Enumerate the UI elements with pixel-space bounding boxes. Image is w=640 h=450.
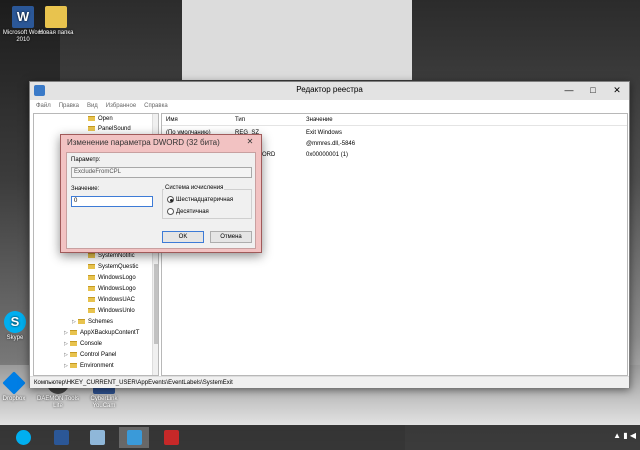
column-type[interactable]: Тип <box>235 114 245 126</box>
ok-button[interactable]: OK <box>162 231 204 243</box>
window-title: Редактор реестра <box>296 85 363 94</box>
tree-item[interactable]: ▷ Control Panel <box>64 350 116 360</box>
edit-dword-dialog: Изменение параметра DWORD (32 бита) ✕ Па… <box>60 134 262 253</box>
taskbar-explorer[interactable] <box>82 427 112 448</box>
skype-icon <box>15 430 31 445</box>
desktop-icon-label: Skype <box>6 335 24 341</box>
cancel-button[interactable]: Отмена <box>210 231 252 243</box>
tree-item-label: PanelSound <box>98 126 131 132</box>
folder-icon <box>88 274 95 280</box>
tree-item[interactable]: PanelSound <box>88 124 131 134</box>
tree-item[interactable]: ▷ Console <box>64 339 102 349</box>
tree-item-label: Console <box>80 341 103 347</box>
tree-item-label: WindowsUnlo <box>98 308 135 314</box>
folder-icon <box>88 263 95 269</box>
tree-item[interactable]: ▷ AppXBackupContentT <box>64 328 139 338</box>
radio-decimal[interactable]: Десятичная <box>167 208 209 217</box>
dropbox-icon <box>2 371 26 395</box>
explorer-icon <box>89 430 105 445</box>
tree-item-label: WindowsLogo <box>98 286 136 292</box>
tree-item-label: SystemQuestic <box>98 264 139 270</box>
menu-help[interactable]: Справка <box>144 100 168 112</box>
menu-favorites[interactable]: Избранное <box>106 100 136 112</box>
tree-item[interactable]: ▷ Schemes <box>72 317 113 327</box>
tree-item[interactable]: WindowsUnlo <box>88 306 135 316</box>
skype-icon: S <box>4 311 26 333</box>
radio-label: Шестнадцатеричная <box>176 197 234 204</box>
row-type: ORD <box>262 152 276 158</box>
row-value: 0x00000001 (1) <box>306 152 349 158</box>
column-value[interactable]: Значение <box>306 114 333 126</box>
word-icon: W <box>12 6 34 28</box>
tree-scrollbar-thumb[interactable] <box>154 264 158 344</box>
desktop-icon-label: DAEMON Tools Lite <box>37 396 79 409</box>
dialog-close-button[interactable]: ✕ <box>243 136 257 148</box>
menu-view[interactable]: Вид <box>87 100 98 112</box>
base-label: Система исчисления <box>164 185 225 191</box>
value-input[interactable]: 0 <box>71 196 153 207</box>
taskbar-skype[interactable] <box>8 427 38 448</box>
folder-icon <box>88 285 95 291</box>
acrobat-icon <box>163 430 179 445</box>
minimize-button[interactable]: — <box>557 82 581 99</box>
menu-edit[interactable]: Правка <box>59 100 79 112</box>
radio-hex[interactable]: Шестнадцатеричная <box>167 196 233 205</box>
radio-selected-icon <box>167 196 174 203</box>
desktop-icon-new-folder[interactable]: Новая папка <box>33 6 79 37</box>
column-name[interactable]: Имя <box>166 114 178 126</box>
tree-item-label: SystemNotific <box>98 253 135 259</box>
tree-item[interactable]: ▷ Environment <box>64 361 114 371</box>
tree-item[interactable]: WindowsUAC <box>88 295 135 305</box>
folder-icon <box>88 125 95 131</box>
tree-item-label: AppXBackupContentT <box>80 330 140 336</box>
maximize-button[interactable]: □ <box>581 82 605 99</box>
tree-item-label: Schemes <box>88 319 114 325</box>
folder-icon <box>88 307 95 313</box>
folder-icon <box>45 6 67 28</box>
list-header: Имя Тип Значение <box>162 114 627 126</box>
menu-bar: Файл Правка Вид Избранное Справка <box>30 100 629 112</box>
desktop-icon-label: Dropbox <box>2 396 26 402</box>
taskbar-acrobat[interactable] <box>156 427 186 448</box>
radio-empty-icon <box>167 208 174 215</box>
status-bar: Компьютер\HKEY_CURRENT_USER\AppEvents\Ev… <box>30 376 629 388</box>
tree-item-label: Environment <box>80 363 114 369</box>
folder-icon <box>88 252 95 258</box>
folder-icon <box>70 362 77 368</box>
tree-item[interactable]: WindowsLogo <box>88 273 136 283</box>
system-tray[interactable]: ▲ ▮ ◀ <box>613 431 636 440</box>
taskbar-registry-editor[interactable] <box>119 427 149 448</box>
tree-item[interactable]: WindowsLogo <box>88 284 136 294</box>
taskbar-word[interactable] <box>46 427 76 448</box>
dialog-body: Параметр: ExcludeFromCPL Значение: 0 Сис… <box>66 152 256 249</box>
folder-icon <box>78 318 85 324</box>
tree-item-label: Open <box>98 116 113 122</box>
word-icon <box>53 430 69 445</box>
param-name-field: ExcludeFromCPL <box>71 167 252 178</box>
tree-item[interactable]: SystemQuestic <box>88 262 138 272</box>
tree-item-label: WindowsLogo <box>98 275 136 281</box>
folder-icon <box>88 115 95 121</box>
folder-icon <box>70 351 77 357</box>
registry-editor-icon <box>126 430 142 445</box>
tree-item[interactable]: Open <box>88 114 113 124</box>
dialog-title: Изменение параметра DWORD (32 бита) <box>67 138 220 147</box>
folder-icon <box>70 329 77 335</box>
menu-file[interactable]: Файл <box>36 100 51 112</box>
param-label: Параметр: <box>71 157 101 163</box>
tree-item-label: Control Panel <box>80 352 117 358</box>
desktop-icon-label: CyberLink YouCam <box>90 396 118 409</box>
value-label: Значение: <box>71 186 100 192</box>
taskbar: ▲ ▮ ◀ <box>0 425 640 450</box>
radio-label: Десятичная <box>176 209 209 216</box>
title-bar[interactable]: Редактор реестра — □ ✕ <box>30 82 629 100</box>
folder-icon <box>88 296 95 302</box>
tree-item-label: WindowsUAC <box>98 297 136 303</box>
row-value: @mmres.dll,-5846 <box>306 141 356 147</box>
folder-icon <box>70 340 77 346</box>
close-button[interactable]: ✕ <box>605 82 629 99</box>
row-value: Exit Windows <box>306 130 343 136</box>
desktop-icon-label: Новая папка <box>38 30 74 36</box>
wallpaper-sky <box>182 0 412 80</box>
